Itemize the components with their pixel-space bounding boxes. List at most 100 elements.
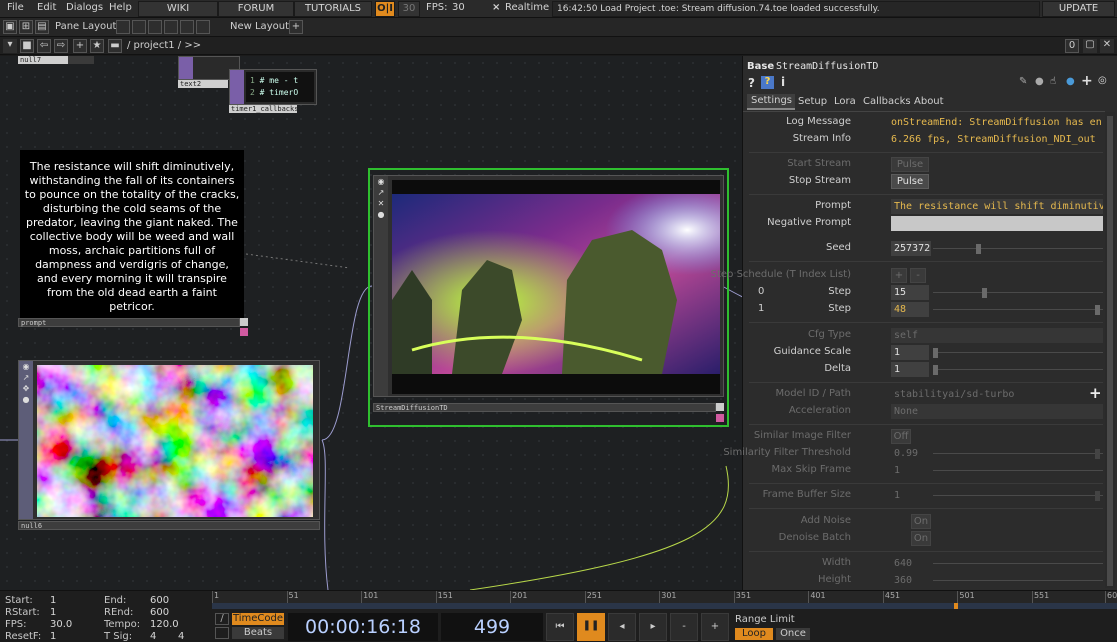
width-slider[interactable] bbox=[933, 563, 1103, 564]
zoom-out-button[interactable]: - bbox=[670, 613, 698, 641]
seed-slider-handle[interactable] bbox=[976, 244, 981, 254]
cfg-type-dropdown[interactable]: self bbox=[891, 328, 1103, 343]
hand-icon[interactable]: ☝ bbox=[1050, 76, 1056, 87]
menu-dialogs[interactable]: Dialogs bbox=[66, 2, 103, 13]
timecode-button[interactable]: TimeCode bbox=[232, 613, 284, 625]
width-field[interactable]: 640 bbox=[891, 556, 929, 571]
acceleration-dropdown[interactable]: None bbox=[891, 404, 1103, 419]
step-0-slider-handle[interactable] bbox=[982, 288, 987, 298]
step-forward-icon[interactable]: ▸ bbox=[639, 613, 667, 641]
delta-slider[interactable] bbox=[933, 369, 1103, 370]
tab-about[interactable]: About bbox=[914, 96, 944, 107]
back-icon[interactable]: ⇦ bbox=[37, 39, 51, 53]
tab-settings[interactable]: Settings bbox=[747, 94, 795, 110]
similarity-field[interactable]: 0.99 bbox=[891, 446, 929, 461]
prompt-node-viewer-flag[interactable] bbox=[240, 328, 248, 336]
image-icon[interactable]: ▣ bbox=[3, 20, 17, 34]
step-1-slider-handle[interactable] bbox=[1095, 305, 1100, 315]
tutorials-button[interactable]: TUTORIALS bbox=[294, 1, 372, 17]
help-icon[interactable]: ? bbox=[748, 76, 755, 90]
layout-split-h-button[interactable] bbox=[132, 20, 146, 34]
beats-button[interactable]: Beats bbox=[232, 627, 284, 639]
start-field[interactable]: 1 bbox=[50, 595, 56, 606]
layout-split-v-button[interactable] bbox=[148, 20, 162, 34]
sd-node-flag[interactable] bbox=[716, 403, 724, 411]
end-field[interactable]: 600 bbox=[150, 595, 169, 606]
forum-button[interactable]: FORUM bbox=[218, 1, 294, 17]
timeline-ruler[interactable]: 151101151201251301351401451501551600 bbox=[212, 591, 1117, 603]
layout-single-button[interactable] bbox=[116, 20, 130, 34]
add-layout-button[interactable]: + bbox=[289, 20, 303, 34]
beats-mode-icon[interactable] bbox=[215, 627, 229, 639]
bookmark-icon[interactable]: ★ bbox=[90, 39, 104, 53]
oi-button[interactable]: O|I bbox=[375, 1, 395, 17]
step-back-icon[interactable]: ◂ bbox=[608, 613, 636, 641]
noise-node[interactable]: ◉ ↗ ✥ ● bbox=[18, 360, 320, 520]
denoise-batch-toggle[interactable]: On bbox=[911, 531, 931, 546]
stop-icon[interactable]: ■ bbox=[20, 39, 34, 53]
comment-icon[interactable]: ● bbox=[1035, 76, 1044, 87]
tab-setup[interactable]: Setup bbox=[798, 96, 827, 107]
pane-menu-icon[interactable]: ▾ bbox=[3, 39, 17, 53]
delta-handle[interactable] bbox=[933, 365, 938, 375]
step-schedule-add-button[interactable]: + bbox=[891, 268, 907, 283]
panel-scrollbar[interactable] bbox=[1105, 112, 1115, 588]
max-skip-field[interactable]: 1 bbox=[891, 463, 929, 478]
height-slider[interactable] bbox=[933, 580, 1103, 581]
loop-button[interactable]: Loop bbox=[735, 628, 773, 640]
resetf-field[interactable]: 1 bbox=[50, 631, 56, 642]
timer-callbacks-node[interactable]: 1 # me - t 2 # timerO bbox=[229, 69, 317, 105]
start-stream-button[interactable]: Pulse bbox=[891, 157, 929, 172]
prompt-node-flag[interactable] bbox=[240, 318, 248, 326]
pin-icon[interactable]: ▢ bbox=[1083, 39, 1097, 53]
wiki-button[interactable]: WIKI bbox=[138, 1, 218, 17]
home-icon[interactable]: + bbox=[73, 39, 87, 53]
model-add-icon[interactable]: + bbox=[1089, 384, 1102, 402]
step-0-slider[interactable] bbox=[933, 292, 1103, 293]
once-button[interactable]: Once bbox=[776, 628, 810, 640]
breadcrumb[interactable]: / project1 / >> bbox=[127, 40, 201, 51]
tab-callbacks[interactable]: Callbacks bbox=[863, 96, 911, 107]
info-icon[interactable]: i bbox=[781, 75, 785, 89]
menu-edit[interactable]: Edit bbox=[37, 2, 56, 13]
height-field[interactable]: 360 bbox=[891, 573, 929, 588]
streamdiffusion-node-label[interactable]: StreamDiffusionTD bbox=[373, 403, 716, 412]
layout-grid-button[interactable] bbox=[196, 20, 210, 34]
layout-triple-button[interactable] bbox=[164, 20, 178, 34]
negative-prompt-field[interactable] bbox=[891, 216, 1103, 231]
network-icon[interactable]: ⊞ bbox=[19, 20, 33, 34]
forward-icon[interactable]: ⇨ bbox=[54, 39, 68, 53]
step-1-slider[interactable] bbox=[933, 309, 1103, 310]
stop-stream-button[interactable]: Pulse bbox=[891, 174, 929, 189]
menu-help[interactable]: Help bbox=[109, 2, 132, 13]
text2-label[interactable]: text2 bbox=[178, 80, 228, 88]
target-icon[interactable]: ◎ bbox=[1098, 75, 1107, 86]
close-pane-icon[interactable]: ✕ bbox=[1100, 39, 1114, 53]
guidance-scale-handle[interactable] bbox=[933, 348, 938, 358]
guidance-scale-slider[interactable] bbox=[933, 352, 1103, 353]
new-layout-label[interactable]: New Layout bbox=[230, 21, 289, 32]
pause-icon[interactable]: ❚❚ bbox=[577, 613, 605, 641]
tab-lora[interactable]: Lora bbox=[834, 96, 856, 107]
streamdiffusion-node[interactable]: ◉ ↗ ✕ ● bbox=[373, 175, 724, 397]
network-editor[interactable]: null7 text2 1 # me - t 2 # timerO timer1… bbox=[0, 56, 742, 590]
step-schedule-remove-button[interactable]: - bbox=[910, 268, 926, 283]
max-skip-slider[interactable] bbox=[933, 470, 1103, 471]
frame-buffer-field[interactable]: 1 bbox=[891, 488, 929, 503]
rstart-field[interactable]: 1 bbox=[50, 607, 56, 618]
fps-field[interactable]: 30.0 bbox=[50, 619, 72, 630]
frame-display[interactable]: 499 bbox=[441, 613, 543, 641]
add-noise-toggle[interactable]: On bbox=[911, 514, 931, 529]
similarity-slider[interactable] bbox=[933, 453, 1103, 454]
save-icon[interactable]: ▬ bbox=[108, 39, 122, 53]
python-help-icon[interactable]: ? bbox=[761, 76, 774, 89]
realtime-check-icon[interactable]: × bbox=[492, 2, 500, 13]
timer-callbacks-label[interactable]: timer1_callbacks bbox=[229, 105, 298, 113]
layout-quad-button[interactable] bbox=[180, 20, 194, 34]
tsig-denominator[interactable]: 4 bbox=[178, 631, 184, 642]
seed-slider[interactable] bbox=[933, 248, 1103, 249]
prompt-field[interactable]: The resistance will shift diminutiv bbox=[891, 199, 1103, 214]
model-field[interactable]: stabilityai/sd-turbo bbox=[891, 387, 1071, 402]
panel-icon[interactable]: ▤ bbox=[35, 20, 49, 34]
update-button[interactable]: UPDATE bbox=[1042, 1, 1115, 17]
